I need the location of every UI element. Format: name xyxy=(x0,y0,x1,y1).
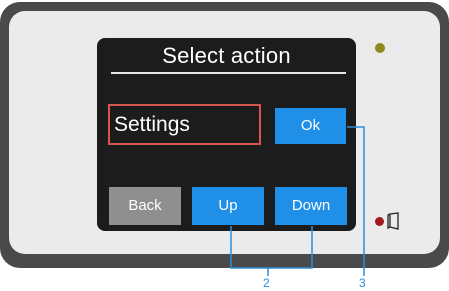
ok-button[interactable]: Ok xyxy=(275,108,346,144)
callout-label-2: 2 xyxy=(263,276,270,290)
back-button[interactable]: Back xyxy=(109,187,181,225)
display-screen: Select action Settings Ok Back Up Down xyxy=(97,38,356,231)
door-icon xyxy=(387,212,399,230)
down-button[interactable]: Down xyxy=(275,187,347,225)
title-divider xyxy=(111,72,346,74)
callout-label-3: 3 xyxy=(359,276,366,290)
power-led-icon xyxy=(375,43,385,53)
screen-title: Select action xyxy=(162,43,291,68)
selected-menu-item: Settings xyxy=(108,104,261,145)
status-led-icon xyxy=(375,217,384,226)
up-button[interactable]: Up xyxy=(192,187,264,225)
